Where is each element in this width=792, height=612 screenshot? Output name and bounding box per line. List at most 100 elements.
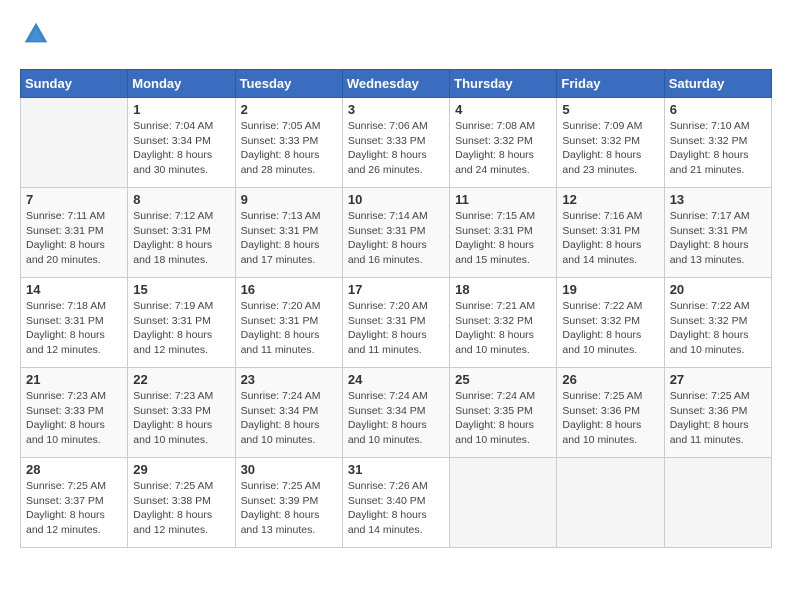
day-number: 1 [133,102,229,117]
day-info: Sunrise: 7:25 AM Sunset: 3:37 PM Dayligh… [26,479,122,538]
calendar-cell [450,458,557,548]
calendar-header-row: SundayMondayTuesdayWednesdayThursdayFrid… [21,70,772,98]
calendar-cell: 31Sunrise: 7:26 AM Sunset: 3:40 PM Dayli… [342,458,449,548]
day-number: 8 [133,192,229,207]
day-number: 12 [562,192,658,207]
calendar-cell: 23 Sunrise: 7:24 AM Sunset: 3:34 PM Dayli… [235,368,342,458]
day-info: Sunrise: 7:24 AM Sunset: 3:34 PM Dayligh… [348,389,444,448]
page-header [20,20,772,53]
day-info: Sunrise: 7:22 AM Sunset: 3:32 PM Dayligh… [562,299,658,358]
day-info: Sunrise: 7:08 AM Sunset: 3:32 PM Dayligh… [455,119,551,178]
calendar-cell: 16 Sunrise: 7:20 AM Sunset: 3:31 PM Dayli… [235,278,342,368]
calendar-cell: 11 Sunrise: 7:15 AM Sunset: 3:31 PM Dayli… [450,188,557,278]
calendar-cell: 21Sunrise: 7:23 AM Sunset: 3:33 PM Dayli… [21,368,128,458]
day-number: 2 [241,102,337,117]
day-info: Sunrise: 7:15 AM Sunset: 3:31 PM Dayligh… [455,209,551,268]
day-info: Sunrise: 7:22 AM Sunset: 3:32 PM Dayligh… [670,299,766,358]
day-number: 18 [455,282,551,297]
calendar-cell: 18 Sunrise: 7:21 AM Sunset: 3:32 PM Dayli… [450,278,557,368]
column-header-monday: Monday [128,70,235,98]
day-number: 24 [348,372,444,387]
calendar-cell: 30Sunrise: 7:25 AM Sunset: 3:39 PM Dayli… [235,458,342,548]
day-number: 6 [670,102,766,117]
column-header-tuesday: Tuesday [235,70,342,98]
day-info: Sunrise: 7:12 AM Sunset: 3:31 PM Dayligh… [133,209,229,268]
calendar-cell: 14Sunrise: 7:18 AM Sunset: 3:31 PM Dayli… [21,278,128,368]
day-info: Sunrise: 7:25 AM Sunset: 3:36 PM Dayligh… [562,389,658,448]
day-number: 22 [133,372,229,387]
calendar-week-2: 7 Sunrise: 7:11 AM Sunset: 3:31 PM Daylig… [21,188,772,278]
calendar-cell: 26Sunrise: 7:25 AM Sunset: 3:36 PM Dayli… [557,368,664,458]
calendar-cell: 9Sunrise: 7:13 AM Sunset: 3:31 PM Daylig… [235,188,342,278]
day-info: Sunrise: 7:05 AM Sunset: 3:33 PM Dayligh… [241,119,337,178]
day-number: 31 [348,462,444,477]
calendar-cell: 25Sunrise: 7:24 AM Sunset: 3:35 PM Dayli… [450,368,557,458]
calendar-cell: 5 Sunrise: 7:09 AM Sunset: 3:32 PM Daylig… [557,98,664,188]
day-info: Sunrise: 7:13 AM Sunset: 3:31 PM Dayligh… [241,209,337,268]
day-number: 27 [670,372,766,387]
calendar-cell: 27 Sunrise: 7:25 AM Sunset: 3:36 PM Dayli… [664,368,771,458]
calendar-week-1: 1 Sunrise: 7:04 AM Sunset: 3:34 PM Daylig… [21,98,772,188]
day-info: Sunrise: 7:16 AM Sunset: 3:31 PM Dayligh… [562,209,658,268]
column-header-friday: Friday [557,70,664,98]
calendar-cell [664,458,771,548]
calendar-table: SundayMondayTuesdayWednesdayThursdayFrid… [20,69,772,548]
day-number: 11 [455,192,551,207]
calendar-cell: 1 Sunrise: 7:04 AM Sunset: 3:34 PM Daylig… [128,98,235,188]
day-info: Sunrise: 7:20 AM Sunset: 3:31 PM Dayligh… [348,299,444,358]
day-info: Sunrise: 7:24 AM Sunset: 3:34 PM Dayligh… [241,389,337,448]
day-info: Sunrise: 7:21 AM Sunset: 3:32 PM Dayligh… [455,299,551,358]
day-number: 15 [133,282,229,297]
logo-icon [22,20,50,48]
column-header-sunday: Sunday [21,70,128,98]
calendar-cell: 2 Sunrise: 7:05 AM Sunset: 3:33 PM Daylig… [235,98,342,188]
calendar-cell [21,98,128,188]
calendar-cell: 8 Sunrise: 7:12 AM Sunset: 3:31 PM Daylig… [128,188,235,278]
calendar-cell: 20Sunrise: 7:22 AM Sunset: 3:32 PM Dayli… [664,278,771,368]
day-info: Sunrise: 7:19 AM Sunset: 3:31 PM Dayligh… [133,299,229,358]
calendar-cell: 29 Sunrise: 7:25 AM Sunset: 3:38 PM Dayli… [128,458,235,548]
day-info: Sunrise: 7:24 AM Sunset: 3:35 PM Dayligh… [455,389,551,448]
calendar-cell: 12 Sunrise: 7:16 AM Sunset: 3:31 PM Dayli… [557,188,664,278]
day-number: 16 [241,282,337,297]
calendar-cell: 17 Sunrise: 7:20 AM Sunset: 3:31 PM Dayli… [342,278,449,368]
day-number: 29 [133,462,229,477]
calendar-cell: 13 Sunrise: 7:17 AM Sunset: 3:31 PM Dayli… [664,188,771,278]
day-info: Sunrise: 7:23 AM Sunset: 3:33 PM Dayligh… [133,389,229,448]
day-info: Sunrise: 7:20 AM Sunset: 3:31 PM Dayligh… [241,299,337,358]
calendar-week-3: 14Sunrise: 7:18 AM Sunset: 3:31 PM Dayli… [21,278,772,368]
calendar-cell: 28 Sunrise: 7:25 AM Sunset: 3:37 PM Dayli… [21,458,128,548]
day-number: 23 [241,372,337,387]
calendar-cell: 19 Sunrise: 7:22 AM Sunset: 3:32 PM Dayli… [557,278,664,368]
column-header-thursday: Thursday [450,70,557,98]
column-header-wednesday: Wednesday [342,70,449,98]
day-number: 10 [348,192,444,207]
day-number: 19 [562,282,658,297]
calendar-cell [557,458,664,548]
day-info: Sunrise: 7:04 AM Sunset: 3:34 PM Dayligh… [133,119,229,178]
day-info: Sunrise: 7:25 AM Sunset: 3:38 PM Dayligh… [133,479,229,538]
day-number: 7 [26,192,122,207]
calendar-week-5: 28 Sunrise: 7:25 AM Sunset: 3:37 PM Dayli… [21,458,772,548]
day-number: 5 [562,102,658,117]
calendar-cell: 6Sunrise: 7:10 AM Sunset: 3:32 PM Daylig… [664,98,771,188]
logo [20,20,56,53]
calendar-cell: 24 Sunrise: 7:24 AM Sunset: 3:34 PM Dayli… [342,368,449,458]
day-info: Sunrise: 7:23 AM Sunset: 3:33 PM Dayligh… [26,389,122,448]
day-info: Sunrise: 7:14 AM Sunset: 3:31 PM Dayligh… [348,209,444,268]
day-number: 28 [26,462,122,477]
calendar-cell: 3 Sunrise: 7:06 AM Sunset: 3:33 PM Daylig… [342,98,449,188]
day-info: Sunrise: 7:18 AM Sunset: 3:31 PM Dayligh… [26,299,122,358]
calendar-cell: 4 Sunrise: 7:08 AM Sunset: 3:32 PM Daylig… [450,98,557,188]
day-info: Sunrise: 7:06 AM Sunset: 3:33 PM Dayligh… [348,119,444,178]
day-number: 3 [348,102,444,117]
day-number: 4 [455,102,551,117]
day-info: Sunrise: 7:17 AM Sunset: 3:31 PM Dayligh… [670,209,766,268]
day-number: 13 [670,192,766,207]
calendar-cell: 10 Sunrise: 7:14 AM Sunset: 3:31 PM Dayli… [342,188,449,278]
day-info: Sunrise: 7:25 AM Sunset: 3:36 PM Dayligh… [670,389,766,448]
calendar-week-4: 21Sunrise: 7:23 AM Sunset: 3:33 PM Dayli… [21,368,772,458]
day-info: Sunrise: 7:09 AM Sunset: 3:32 PM Dayligh… [562,119,658,178]
day-number: 17 [348,282,444,297]
day-info: Sunrise: 7:11 AM Sunset: 3:31 PM Dayligh… [26,209,122,268]
